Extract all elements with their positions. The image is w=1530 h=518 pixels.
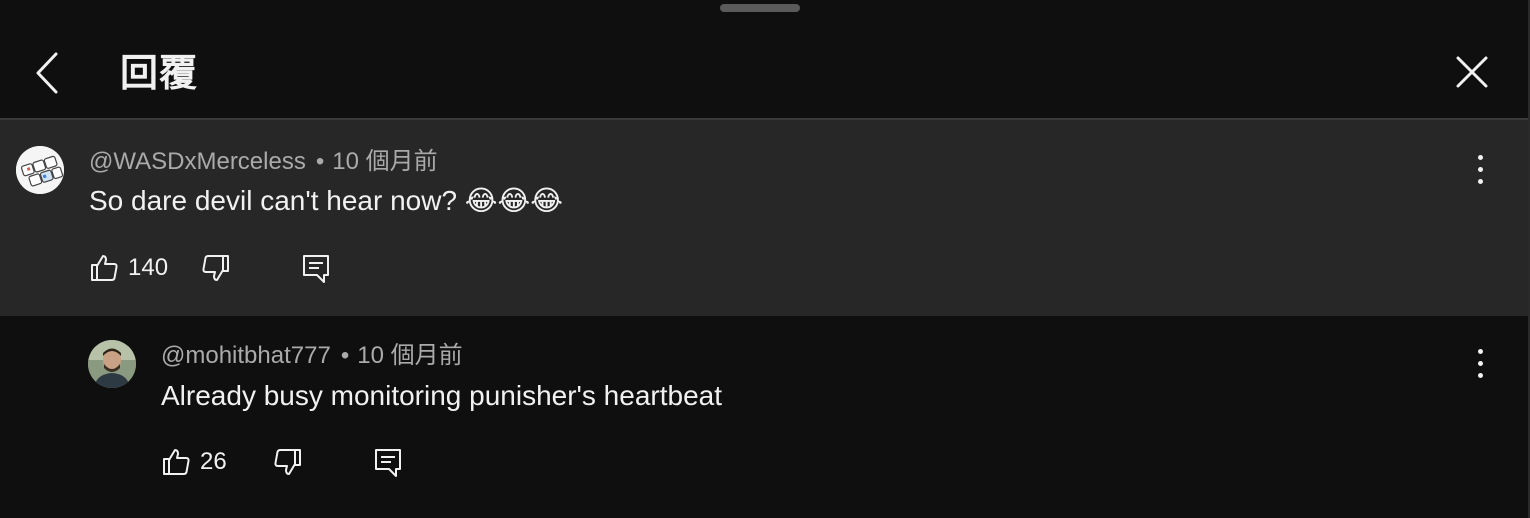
thumbs-up-icon	[163, 449, 190, 475]
comment-icon	[375, 449, 401, 477]
dislike-button[interactable]	[272, 446, 304, 478]
thumbs-up-icon	[91, 255, 118, 281]
comment-time: 10 個月前	[357, 342, 463, 369]
close-icon	[1456, 56, 1488, 88]
avatar[interactable]	[88, 340, 136, 388]
comment-time: 10 個月前	[332, 148, 438, 175]
thumbs-down-icon	[202, 255, 229, 281]
comment-actions: 140	[0, 250, 400, 290]
comment-meta: @WASDxMerceless • 10 個月前	[89, 147, 438, 177]
comment-author[interactable]: @WASDxMerceless	[89, 148, 306, 175]
reply-button[interactable]	[372, 446, 404, 478]
close-button[interactable]	[1448, 48, 1496, 96]
chevron-left-icon	[36, 52, 58, 94]
like-button[interactable]	[160, 446, 192, 478]
reply-button[interactable]	[300, 252, 332, 284]
comment-text: Already busy monitoring punisher's heart…	[161, 380, 722, 411]
more-options-button[interactable]	[1470, 346, 1490, 382]
parent-comment: @WASDxMerceless • 10 個月前 So dare devil can…	[0, 120, 1528, 316]
comment-actions: 26	[0, 444, 460, 484]
keyboard-keys-icon	[16, 146, 64, 194]
meta-separator: •	[315, 148, 325, 175]
replies-panel: 回覆 @WASDxMerceless • 10 個月前 So dare devi…	[0, 0, 1530, 518]
reply-comment: @mohitbhat777 • 10 個月前 Already busy monito…	[0, 316, 1528, 518]
profile-photo	[88, 340, 136, 388]
like-button[interactable]	[88, 252, 120, 284]
page-title: 回覆	[120, 53, 199, 95]
meta-separator: •	[340, 342, 350, 369]
comment-meta: @mohitbhat777 • 10 個月前	[161, 341, 463, 371]
back-button[interactable]	[26, 48, 70, 98]
replies-header: 回覆	[0, 0, 1528, 120]
dislike-button[interactable]	[200, 252, 232, 284]
avatar[interactable]	[16, 146, 64, 194]
thumbs-down-icon	[274, 449, 301, 475]
comment-author[interactable]: @mohitbhat777	[161, 342, 331, 369]
like-count: 140	[128, 254, 169, 281]
comment-icon	[303, 255, 329, 283]
more-options-button[interactable]	[1470, 152, 1490, 188]
comment-text: So dare devil can't hear now? 😂😂😂	[89, 185, 563, 216]
like-count: 26	[200, 448, 227, 475]
